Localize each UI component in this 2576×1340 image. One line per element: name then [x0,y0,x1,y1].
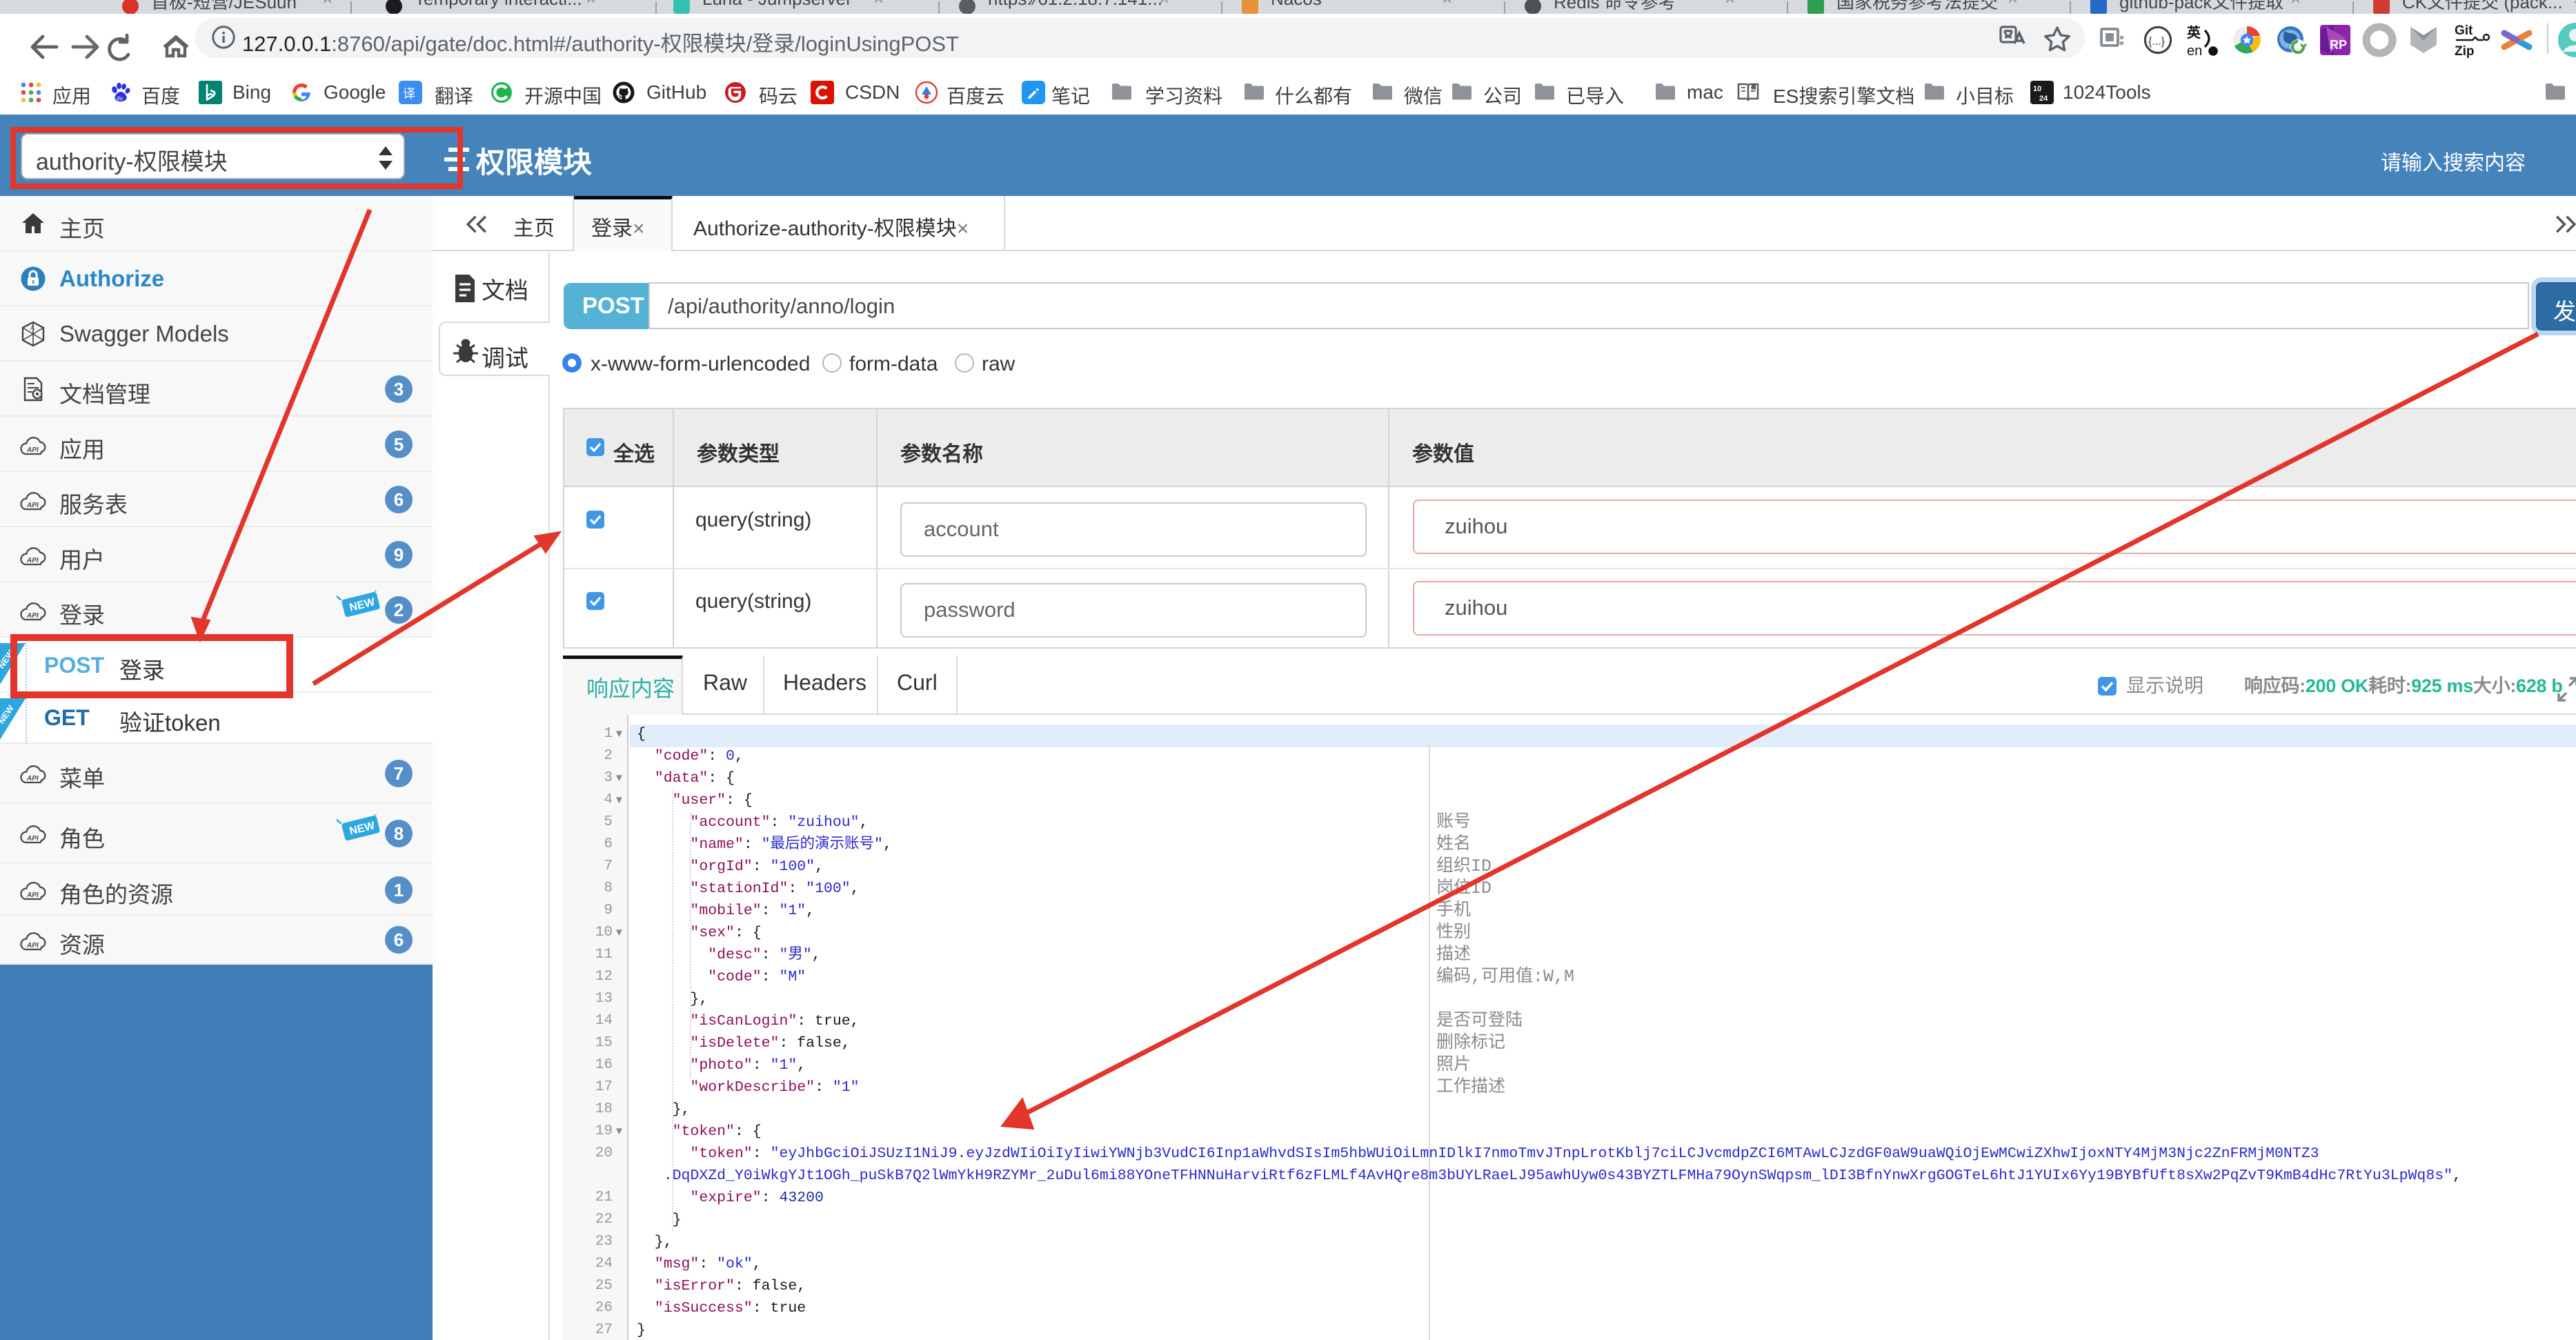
svg-text:24: 24 [2039,95,2048,103]
svg-text:A: A [30,324,34,331]
svg-text:英: 英 [2187,24,2201,41]
svg-text:{...}: {...} [2148,36,2166,48]
svg-text:du: du [117,95,123,101]
svg-text:Git: Git [2455,23,2473,38]
svg-text:10: 10 [2033,85,2041,93]
svg-text:Zip: Zip [2455,44,2475,59]
svg-text:en: en [2187,43,2202,58]
svg-text:RP: RP [2330,38,2347,52]
svg-text:译: 译 [403,87,415,101]
